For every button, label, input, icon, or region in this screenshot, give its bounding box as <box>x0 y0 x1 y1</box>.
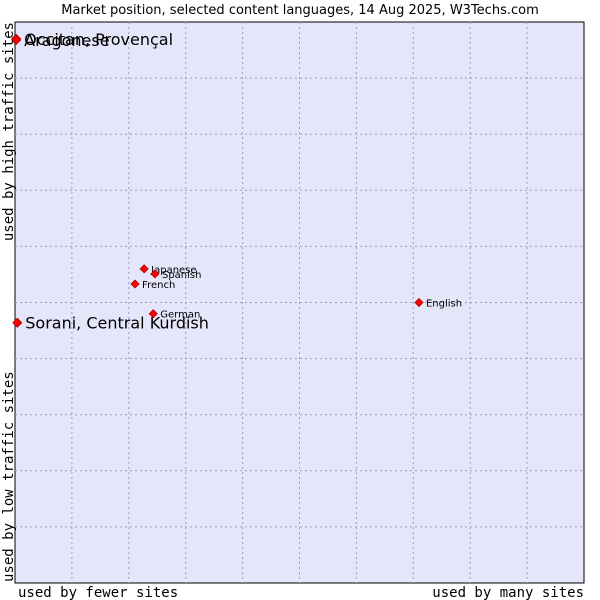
y-axis-label-bottom: used by low traffic sites <box>1 371 17 582</box>
point-label: French <box>142 280 175 291</box>
point-label: Aragonese <box>24 31 109 50</box>
data-point-aragonese: Aragonese <box>11 31 110 50</box>
x-axis-label-left: used by fewer sites <box>18 585 178 600</box>
y-axis-label-top: used by high traffic sites <box>1 22 17 241</box>
chart-title: Market position, selected content langua… <box>61 3 539 18</box>
point-label: English <box>426 299 462 310</box>
x-axis-label-right: used by many sites <box>432 585 584 600</box>
point-label: German <box>160 310 200 321</box>
market-position-chart: Market position, selected content langua… <box>1 3 585 600</box>
